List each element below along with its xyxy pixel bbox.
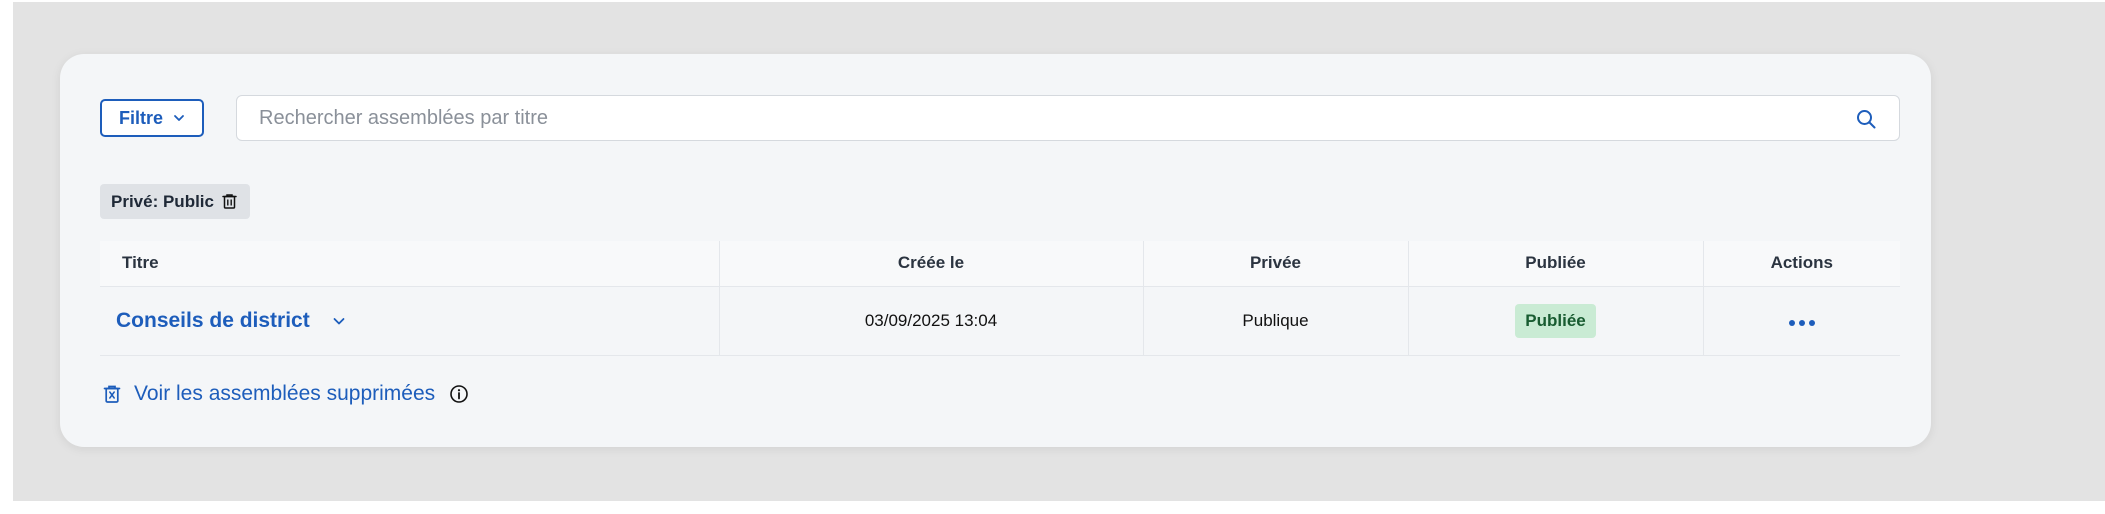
cell-title: Conseils de district [100, 286, 720, 356]
search-box [236, 95, 1900, 141]
cell-created: 03/09/2025 13:04 [719, 286, 1144, 356]
column-header-private[interactable]: Privée [1143, 241, 1409, 287]
search-input[interactable] [237, 96, 1899, 140]
table-row: Conseils de district 03/09/2025 13:04 Pu… [100, 286, 1900, 356]
assemblies-table: Titre Créée le Privée Publiée Actions Co… [100, 241, 1900, 356]
deleted-assemblies-section: Voir les assemblées supprimées [102, 379, 469, 409]
chevron-down-icon [174, 115, 184, 121]
filter-button-label: Filtre [118, 107, 163, 128]
active-filter-chip: Privé: Public [100, 184, 250, 219]
column-header-title[interactable]: Titre [100, 241, 720, 287]
cell-published: Publiée [1408, 286, 1704, 356]
assembly-title: Conseils de district [116, 308, 310, 332]
cell-private: Publique [1143, 286, 1409, 356]
deleted-assemblies-link[interactable]: Voir les assemblées supprimées [102, 382, 435, 406]
cell-actions [1703, 286, 1900, 356]
table-header-row: Titre Créée le Privée Publiée Actions [100, 241, 1900, 287]
trash-icon [103, 385, 121, 403]
info-icon[interactable] [449, 384, 469, 404]
column-header-actions: Actions [1703, 241, 1900, 287]
filter-button[interactable]: Filtre [100, 99, 204, 137]
more-icon[interactable] [1785, 316, 1819, 330]
assembly-title-link[interactable]: Conseils de district [116, 309, 346, 333]
deleted-assemblies-label: Voir les assemblées supprimées [134, 382, 436, 405]
active-filter-chip-label: Privé: Public [111, 191, 214, 211]
search-icon[interactable] [1855, 108, 1877, 130]
chevron-down-icon[interactable] [332, 314, 346, 328]
status-badge: Publiée [1515, 303, 1596, 338]
column-header-created[interactable]: Créée le [719, 241, 1144, 287]
trash-icon[interactable] [221, 193, 238, 210]
column-header-published[interactable]: Publiée [1408, 241, 1704, 287]
